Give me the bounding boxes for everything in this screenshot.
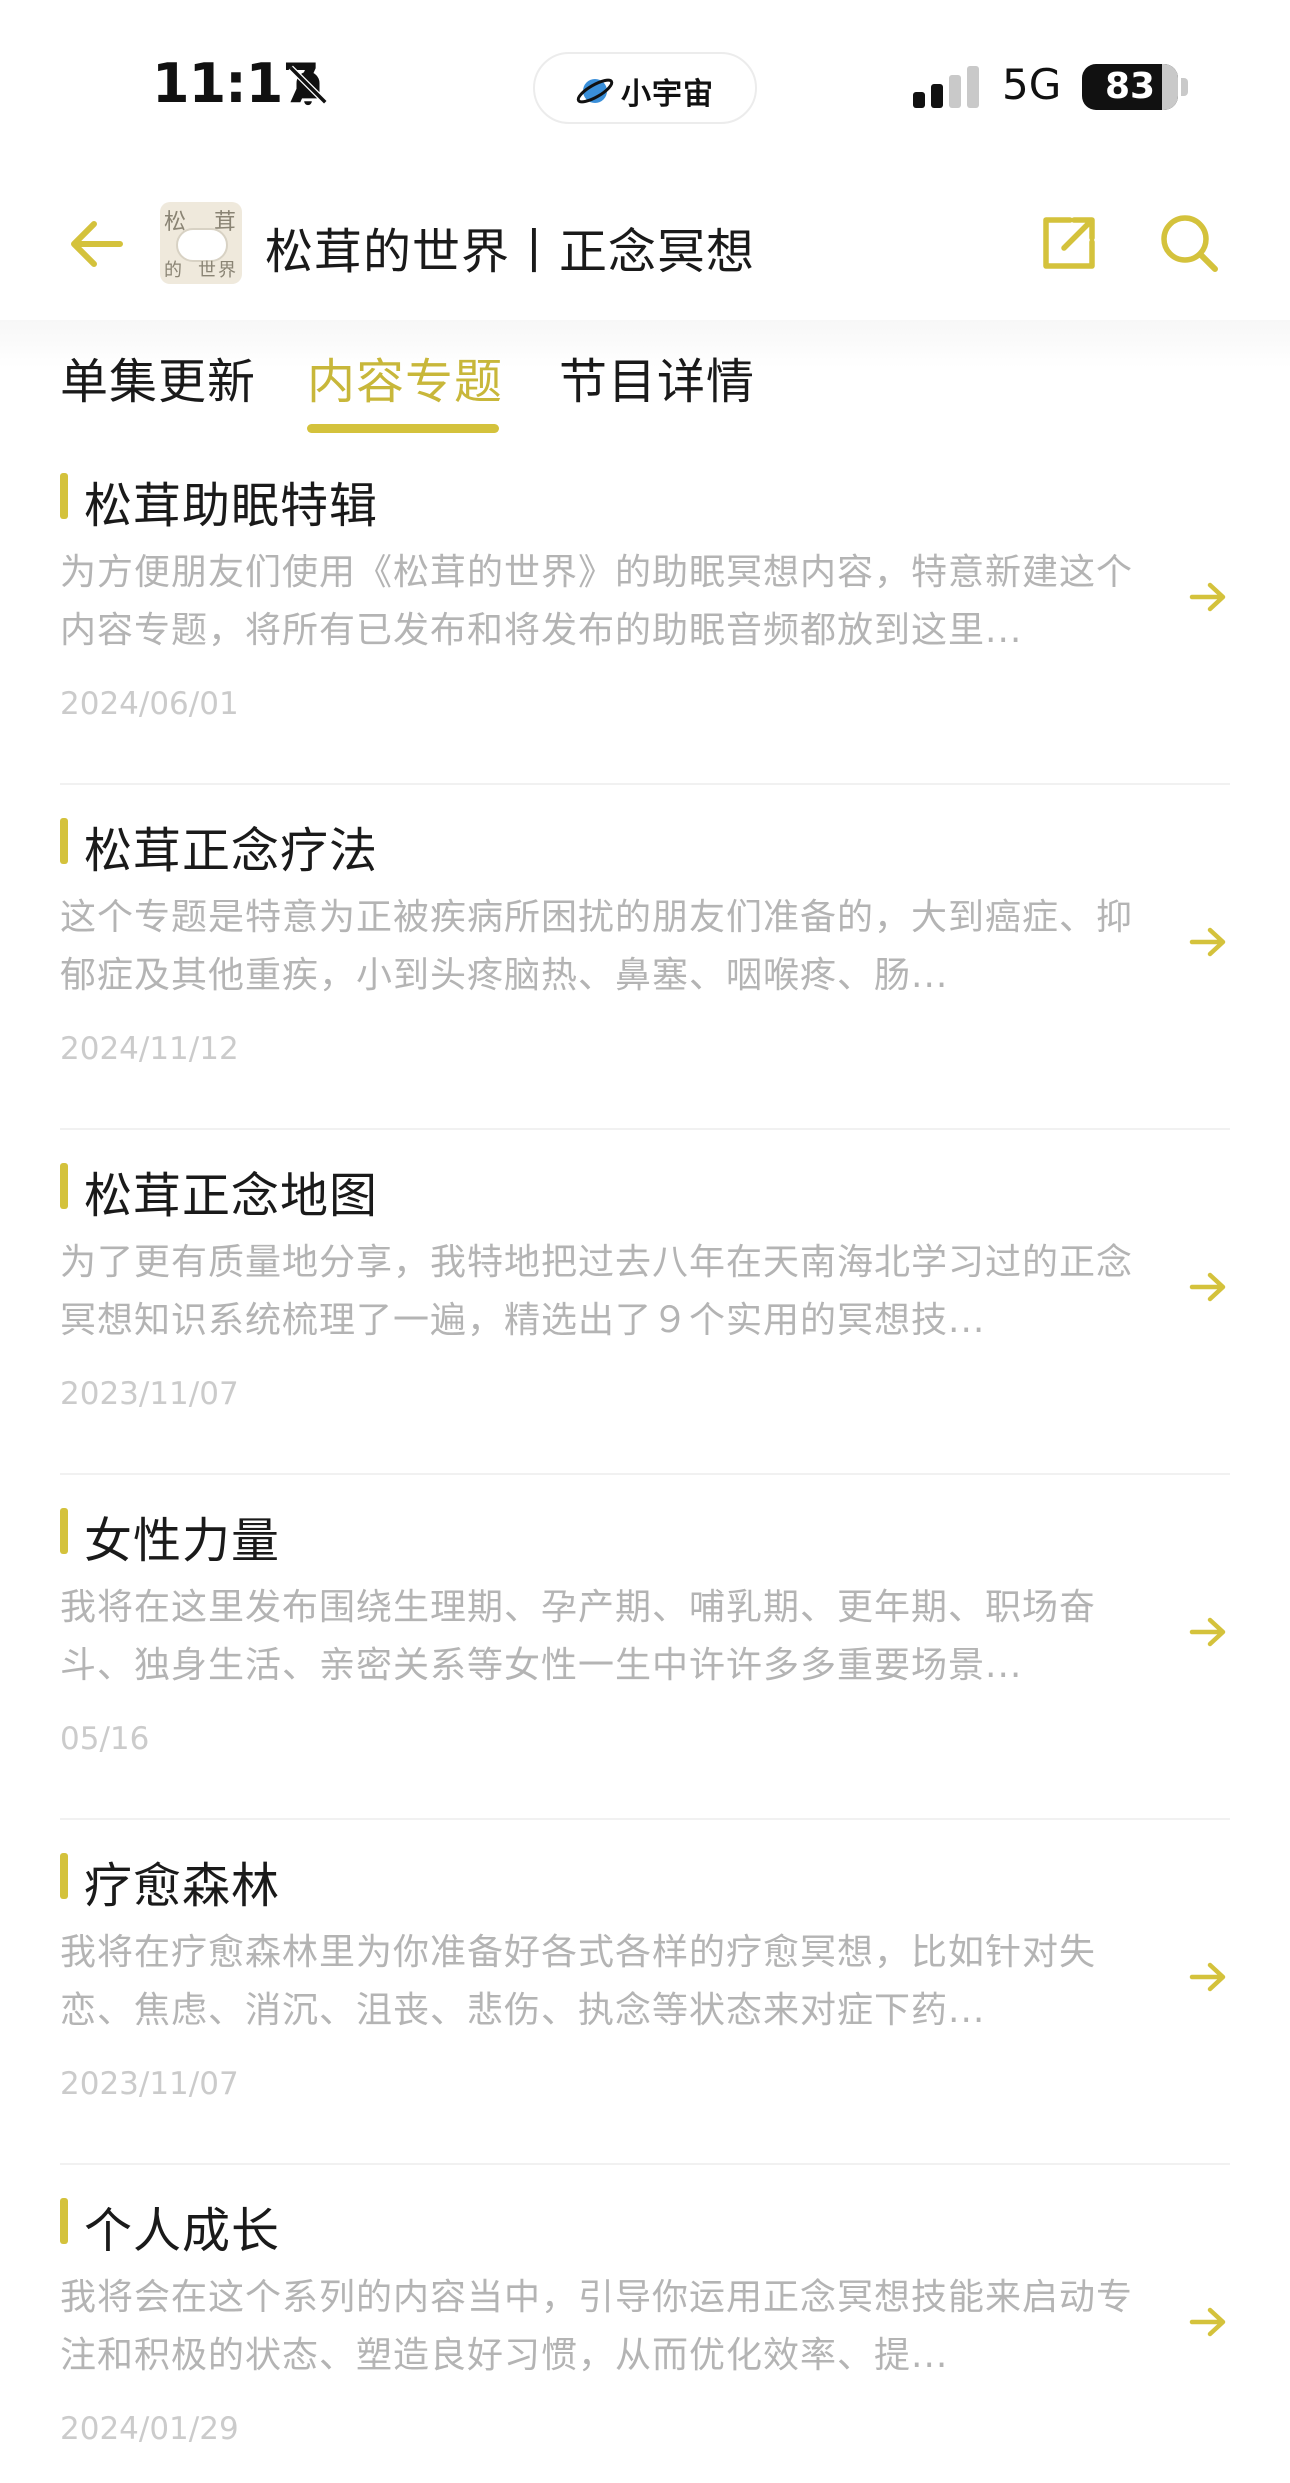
avatar-char: 的: [164, 260, 182, 281]
topic-item[interactable]: 个人成长 我将会在这个系列的内容当中，引导你运用正念冥想技能来启动专注和积极的状…: [60, 2165, 1230, 2483]
arrow-right-icon[interactable]: [1188, 1270, 1228, 1304]
planet-logo-icon: [576, 78, 614, 104]
topic-date: 2023/11/07: [60, 2066, 239, 2102]
battery-indicator: 83: [1082, 64, 1178, 110]
topic-description: 我将会在这个系列的内容当中，引导你运用正念冥想技能来启动专注和积极的状态、塑造良…: [60, 2277, 1134, 2376]
arrow-right-icon[interactable]: [1188, 925, 1228, 959]
arrow-right-icon[interactable]: [1188, 2305, 1228, 2339]
topic-item[interactable]: 松茸助眠特辑 为方便朋友们使用《松茸的世界》的助眠冥想内容，特意新建这个内容专题…: [60, 440, 1230, 785]
topic-item[interactable]: 松茸正念疗法 这个专题是特意为正被疾病所困扰的朋友们准备的，大到癌症、抑郁症及其…: [60, 785, 1230, 1130]
topic-accent-bar: [60, 1163, 68, 1209]
topic-date: 05/16: [60, 1721, 150, 1757]
topic-list: 松茸助眠特辑 为方便朋友们使用《松茸的世界》的助眠冥想内容，特意新建这个内容专题…: [0, 440, 1290, 2483]
tab-episodes[interactable]: 单集更新: [60, 342, 256, 412]
topic-title: 女性力量: [84, 1513, 281, 1569]
app-island: 小宇宙: [533, 52, 757, 124]
topic-title: 松茸正念疗法: [84, 823, 379, 879]
arrow-right-icon[interactable]: [1188, 1615, 1228, 1649]
battery-tip: [1181, 78, 1188, 96]
topic-title: 松茸助眠特辑: [84, 478, 379, 534]
topic-description: 为方便朋友们使用《松茸的世界》的助眠冥想内容，特意新建这个内容专题，将所有已发布…: [60, 552, 1134, 651]
topic-date: 2024/11/12: [60, 1031, 239, 1067]
topic-date: 2023/11/07: [60, 1376, 239, 1412]
avatar-char: 界: [218, 260, 236, 281]
topic-accent-bar: [60, 1853, 68, 1899]
app-island-label: 小宇宙: [621, 77, 714, 112]
arrow-left-icon[interactable]: [68, 218, 124, 270]
topic-accent-bar: [60, 1508, 68, 1554]
header: 松 茸 的 世 界 松茸的世界丨正念冥想: [0, 170, 1290, 320]
topic-date: 2024/01/29: [60, 2411, 239, 2447]
topic-description: 我将在这里发布围绕生理期、孕产期、哺乳期、更年期、职场奋斗、独身生活、亲密关系等…: [60, 1587, 1097, 1686]
active-tab-indicator: [307, 424, 499, 433]
arrow-right-icon[interactable]: [1188, 1960, 1228, 1994]
topic-accent-bar: [60, 473, 68, 519]
tab-bar: 单集更新 内容专题 节目详情: [0, 320, 1290, 440]
topic-title: 个人成长: [84, 2203, 281, 2259]
arrow-right-icon[interactable]: [1188, 580, 1228, 614]
topic-accent-bar: [60, 818, 68, 864]
topic-item[interactable]: 女性力量 我将在这里发布围绕生理期、孕产期、哺乳期、更年期、职场奋斗、独身生活、…: [60, 1475, 1230, 1820]
topic-title: 疗愈森林: [84, 1858, 281, 1914]
topic-item[interactable]: 松茸正念地图 为了更有质量地分享，我特地把过去八年在天南海北学习过的正念冥想知识…: [60, 1130, 1230, 1475]
topic-description: 我将在疗愈森林里为你准备好各式各样的疗愈冥想，比如针对失恋、焦虑、消沉、沮丧、悲…: [60, 1932, 1097, 2031]
topic-description: 这个专题是特意为正被疾病所困扰的朋友们准备的，大到癌症、抑郁症及其他重疾，小到头…: [60, 897, 1134, 996]
topic-accent-bar: [60, 2198, 68, 2244]
avatar-char: 世: [198, 260, 216, 281]
search-icon[interactable]: [1158, 212, 1220, 274]
tab-details[interactable]: 节目详情: [559, 342, 755, 412]
topic-date: 2024/06/01: [60, 686, 239, 722]
podcast-avatar[interactable]: 松 茸 的 世 界: [160, 202, 242, 284]
cellular-signal-icon: [913, 66, 979, 108]
status-bar: 11:17 小宇宙 5G 83: [0, 0, 1290, 170]
tab-topics[interactable]: 内容专题: [307, 342, 503, 412]
topic-item[interactable]: 疗愈森林 我将在疗愈森林里为你准备好各式各样的疗愈冥想，比如针对失恋、焦虑、消沉…: [60, 1820, 1230, 2165]
network-type: 5G: [1002, 60, 1062, 109]
page-title: 松茸的世界丨正念冥想: [265, 224, 756, 280]
topic-description: 为了更有质量地分享，我特地把过去八年在天南海北学习过的正念冥想知识系统梳理了一遍…: [60, 1242, 1134, 1341]
battery-level-text: 83: [1104, 66, 1156, 107]
bell-slash-icon: [288, 65, 328, 106]
topic-title: 松茸正念地图: [84, 1168, 379, 1224]
share-icon[interactable]: [1040, 214, 1098, 272]
